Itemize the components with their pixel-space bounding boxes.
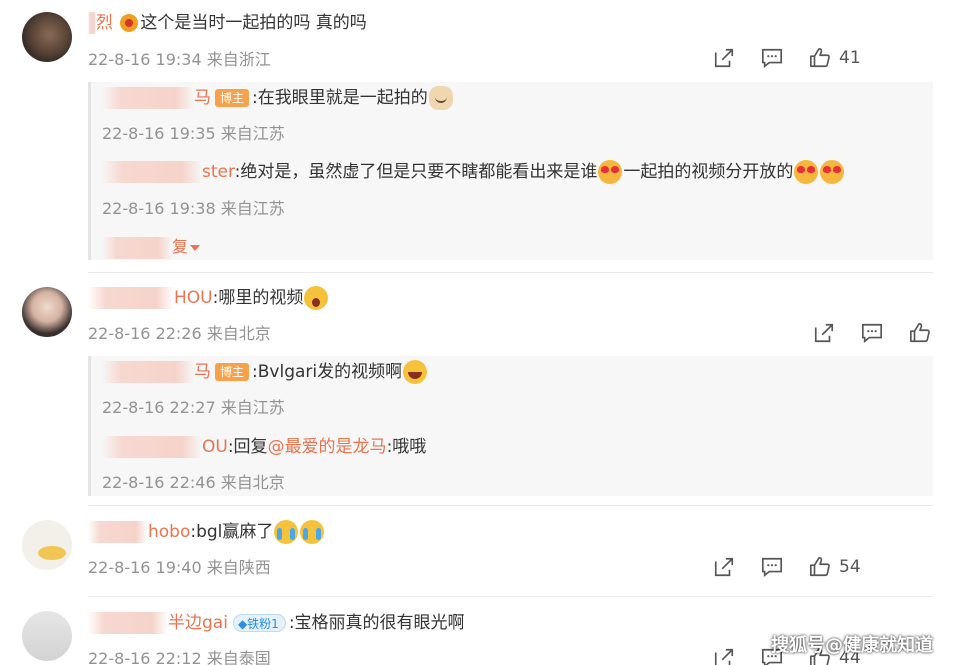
watermark-text: 搜狐号@健康就知道 (771, 635, 933, 656)
share-icon (714, 648, 734, 665)
comment-text: :宝格丽真的很有眼光啊 (288, 613, 465, 633)
timestamp: 22-8-16 22:12 来自泰国 (88, 649, 271, 665)
reply-text: :回复 (227, 437, 268, 457)
share-icon (714, 48, 734, 68)
reply-box: 马博主:在我眼里就是一起拍的 22-8-16 19:35 来自江苏 ster:绝… (88, 82, 933, 260)
share-button[interactable] (713, 645, 735, 665)
thumbs-up-icon (810, 557, 830, 577)
reply-box: 马博主:Bvlgari发的视频啊 22-8-16 22:27 来自江苏 OU:回… (88, 356, 933, 496)
username[interactable]: 马 (194, 362, 211, 382)
username[interactable]: HOU (174, 288, 213, 308)
timestamp: 22-8-16 22:26 来自北京 (88, 324, 271, 343)
heart-eyes-emoji-icon (598, 160, 623, 184)
avatar[interactable] (22, 12, 72, 62)
comment-icon (762, 557, 782, 577)
cat-emoji-icon (428, 86, 453, 110)
comment-actions: 41 (713, 45, 933, 71)
timestamp: 22-8-16 19:35 来自江苏 (102, 124, 285, 143)
reply-line: 马博主:在我眼里就是一起拍的 (102, 86, 454, 110)
reply-line: 马博主:Bvlgari发的视频啊 (102, 360, 428, 384)
reply-line: OU:回复@最爱的是龙马:哦哦 (102, 435, 426, 459)
reply-text: :绝对是，虽然虚了但是只要不瞎都能看出来是谁 (234, 162, 598, 182)
crying-emoji-icon (300, 520, 325, 544)
reply-text: :Bvlgari发的视频啊 (252, 362, 403, 382)
comment-button[interactable] (861, 320, 883, 346)
like-count: 54 (839, 557, 861, 577)
comment-text: :bgl赢麻了 (190, 522, 274, 542)
reply-text: :在我眼里就是一起拍的 (252, 88, 428, 108)
share-button[interactable] (813, 320, 835, 346)
share-button[interactable] (713, 45, 735, 71)
timestamp: 22-8-16 19:40 来自陕西 (88, 558, 271, 577)
comment-line: 半边gai ◆铁粉1:宝格丽真的很有眼光啊 (88, 611, 465, 635)
more-replies-label: 复 (172, 237, 189, 256)
thumbs-up-icon (810, 48, 830, 68)
mention-link[interactable]: @最爱的是龙马 (268, 437, 387, 457)
scream-emoji-icon (304, 286, 329, 310)
comment-button[interactable] (761, 45, 783, 71)
comment-actions: 54 (713, 554, 933, 580)
avatar[interactable] (22, 287, 72, 337)
heart-eyes-emoji-icon (820, 160, 845, 184)
username[interactable]: ster (202, 162, 235, 182)
comment-actions (813, 320, 933, 346)
laughing-emoji-icon (403, 360, 428, 384)
thumbs-up-icon (910, 323, 930, 343)
comment-text: 这个是当时一起拍的吗 真的吗 (140, 13, 367, 33)
comment-line: HOU:哪里的视频 (88, 286, 329, 310)
diamond-icon: ◆ (237, 617, 248, 631)
crown-icon (120, 14, 139, 32)
reply-line: ster:绝对是，虽然虚了但是只要不瞎都能看出来是谁 一起拍的视频分开放的 (102, 160, 845, 184)
comment-text: :哪里的视频 (212, 288, 304, 308)
comment-line: hobo:bgl赢麻了 (88, 520, 325, 544)
comment-icon (862, 323, 882, 343)
username[interactable]: OU (202, 437, 228, 457)
like-button[interactable]: 54 (809, 554, 861, 580)
timestamp: 22-8-16 22:27 来自江苏 (102, 398, 285, 417)
username[interactable]: 烈 (96, 13, 113, 33)
crying-emoji-icon (274, 520, 299, 544)
reply-text-continued: 一起拍的视频分开放的 (623, 162, 794, 182)
username[interactable]: hobo (148, 522, 190, 542)
caret-down-icon (190, 244, 201, 251)
share-button[interactable] (713, 554, 735, 580)
comment-icon (762, 48, 782, 68)
timestamp: 22-8-16 19:38 来自江苏 (102, 199, 285, 218)
reply-text-continued: :哦哦 (386, 437, 427, 457)
timestamp: 22-8-16 19:34 来自浙江 (88, 50, 271, 69)
share-icon (714, 557, 734, 577)
username[interactable]: 马 (194, 88, 211, 108)
like-count: 41 (839, 48, 861, 68)
fan-badge-label: 铁粉1 (247, 617, 279, 631)
blogger-badge: 博主 (215, 89, 250, 107)
comment-button[interactable] (761, 554, 783, 580)
more-replies-link[interactable]: 复 (102, 235, 201, 259)
fan-badge: ◆铁粉1 (232, 614, 286, 632)
like-button[interactable] (909, 320, 931, 346)
username[interactable]: 半边gai (168, 613, 228, 633)
share-icon (814, 323, 834, 343)
avatar[interactable] (22, 611, 72, 661)
avatar[interactable] (22, 520, 72, 570)
comment-line: 烈 这个是当时一起拍的吗 真的吗 (88, 11, 367, 35)
heart-eyes-emoji-icon (794, 160, 819, 184)
like-button[interactable]: 41 (809, 45, 861, 71)
timestamp: 22-8-16 22:46 来自北京 (102, 473, 285, 492)
blogger-badge: 博主 (215, 363, 250, 381)
